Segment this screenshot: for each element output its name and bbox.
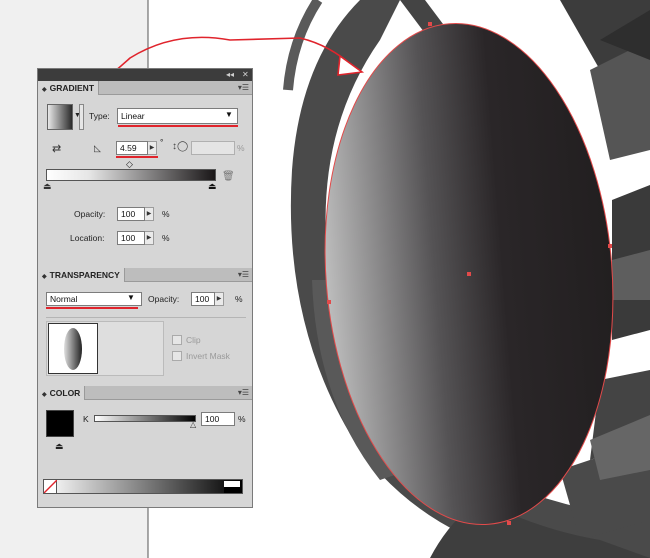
- anchor-point-top: [428, 22, 432, 26]
- chevron-down-icon[interactable]: ▼: [222, 109, 236, 123]
- gradient-swatch[interactable]: [47, 104, 73, 130]
- chevron-down-icon[interactable]: ▼: [124, 292, 138, 306]
- close-panel-icon[interactable]: ✕: [242, 70, 249, 80]
- gradient-fill-indicator: [79, 104, 84, 130]
- panel-dock-bar: ◂◂ ✕: [38, 69, 252, 81]
- color-tab-label: COLOR: [49, 388, 81, 398]
- k-channel-slider[interactable]: [94, 415, 196, 422]
- panel-menu-icon[interactable]: ▾☰: [238, 388, 249, 398]
- color-spectrum-ramp[interactable]: [43, 479, 243, 494]
- stop-opacity-stepper[interactable]: ▶: [145, 207, 154, 221]
- stop-location-unit: %: [162, 233, 170, 243]
- fill-color-swatch[interactable]: [46, 410, 74, 437]
- gradient-panel-header: ◆ GRADIENT ▾☰: [38, 81, 252, 95]
- color-stop-icon[interactable]: ⏏: [43, 181, 52, 192]
- angle-field[interactable]: 4.59: [116, 141, 148, 155]
- reverse-gradient-icon[interactable]: ⇄: [52, 142, 61, 155]
- collapse-panel-icon[interactable]: ◂◂: [226, 70, 234, 80]
- stop-location-label: Location:: [70, 233, 105, 243]
- divider: [46, 317, 246, 318]
- stop-opacity-unit: %: [162, 209, 170, 219]
- angle-unit: °: [160, 137, 164, 147]
- thumbnail-ellipse: [64, 328, 82, 370]
- transparency-tab[interactable]: ◆ TRANSPARENCY: [38, 268, 125, 282]
- gradient-tab[interactable]: ◆ GRADIENT: [38, 81, 100, 95]
- transparency-tab-label: TRANSPARENCY: [49, 270, 120, 280]
- color-panel-header: ◆ COLOR ▾☰: [38, 386, 252, 400]
- transparency-opacity-unit: %: [235, 294, 243, 304]
- stop-location-field[interactable]: 100: [117, 231, 145, 245]
- slider-thumb-icon[interactable]: △: [190, 420, 196, 429]
- gradient-slider[interactable]: [46, 169, 216, 181]
- transparency-opacity-field[interactable]: 100: [191, 292, 215, 306]
- none-swatch-icon[interactable]: [43, 479, 58, 494]
- panel-stack: ◂◂ ✕ ◆ GRADIENT ▾☰ ▼ Type: Linear ▼ ⇄ ◺ 4…: [37, 68, 253, 508]
- stop-opacity-label: Opacity:: [74, 209, 106, 219]
- anchor-point-right: [608, 244, 612, 248]
- aspect-unit: %: [237, 143, 245, 153]
- aspect-ratio-icon: ↕◯: [172, 141, 189, 152]
- k-channel-label: K: [83, 414, 89, 424]
- stop-location-stepper[interactable]: ▶: [145, 231, 154, 245]
- annotation-underline: [118, 125, 238, 127]
- panel-menu-icon[interactable]: ▾☰: [238, 270, 249, 280]
- type-label: Type:: [89, 111, 110, 121]
- anchor-point-left: [327, 300, 331, 304]
- angle-icon: ◺: [94, 143, 101, 153]
- annotation-underline: [46, 307, 138, 309]
- gradient-type-select[interactable]: Linear: [117, 108, 238, 124]
- clip-label: Clip: [186, 335, 201, 345]
- color-tab[interactable]: ◆ COLOR: [38, 386, 86, 400]
- aspect-ratio-field[interactable]: [191, 141, 235, 155]
- delete-stop-icon[interactable]: 🗑: [222, 171, 235, 182]
- k-channel-unit: %: [238, 414, 246, 424]
- angle-stepper[interactable]: ▶: [148, 141, 157, 155]
- ellipse-center-point: [467, 272, 471, 276]
- out-of-gamut-icon[interactable]: ⏏: [55, 441, 64, 452]
- color-stop-icon[interactable]: ⏏: [208, 181, 217, 192]
- stop-opacity-field[interactable]: 100: [117, 207, 145, 221]
- annotation-underline: [116, 156, 158, 158]
- invert-mask-label: Invert Mask: [186, 351, 230, 361]
- panel-menu-icon[interactable]: ▾☰: [238, 83, 249, 93]
- k-channel-field[interactable]: 100: [201, 412, 235, 426]
- transparency-opacity-stepper[interactable]: ▶: [215, 292, 224, 306]
- transparency-panel-header: ◆ TRANSPARENCY ▾☰: [38, 268, 252, 282]
- transparency-opacity-label: Opacity:: [148, 294, 180, 304]
- invert-mask-checkbox[interactable]: [172, 351, 182, 361]
- clip-checkbox[interactable]: [172, 335, 182, 345]
- gradient-tab-label: GRADIENT: [49, 83, 95, 93]
- object-thumbnail[interactable]: [48, 323, 98, 374]
- anchor-point-bottom: [507, 521, 511, 525]
- black-swatch[interactable]: [224, 487, 240, 493]
